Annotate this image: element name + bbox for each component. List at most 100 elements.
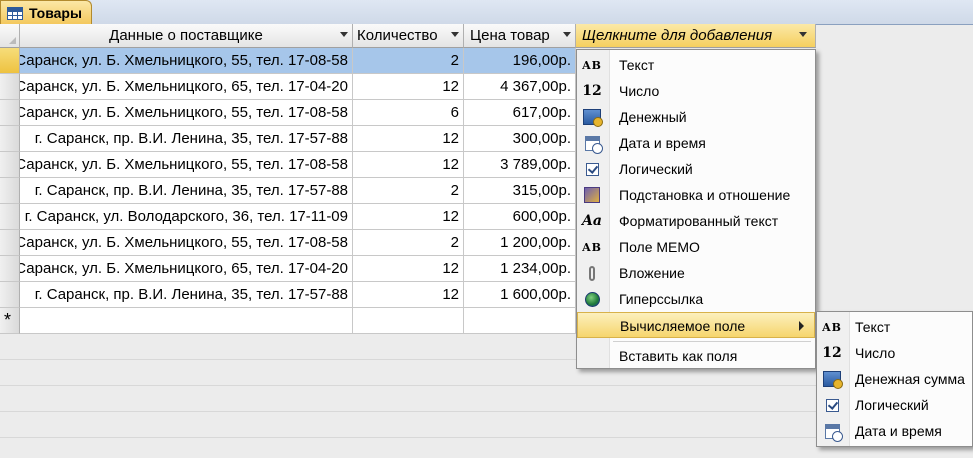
table-cell[interactable] — [20, 308, 353, 334]
chevron-down-icon[interactable] — [340, 32, 348, 37]
menu-item-label: Логический — [855, 397, 929, 413]
table-row[interactable]: г. Саранск, ул. Б. Хмельницкого, 55, тел… — [0, 230, 576, 256]
table-row[interactable]: г. Саранск, ул. Б. Хмельницкого, 55, тел… — [0, 152, 576, 178]
table-row[interactable]: г. Саранск, пр. В.И. Ленина, 35, тел. 17… — [0, 178, 576, 204]
select-all-corner[interactable] — [0, 24, 20, 48]
table-row[interactable]: г. Саранск, пр. В.И. Ленина, 35, тел. 17… — [0, 282, 576, 308]
table-cell-price[interactable]: 3 789,00р. — [464, 152, 576, 178]
table-cell-supplier[interactable]: г. Саранск, пр. В.И. Ленина, 35, тел. 17… — [20, 178, 353, 204]
column-header-quantity[interactable]: Количество — [353, 24, 464, 48]
table-cell-price[interactable]: 196,00р. — [464, 48, 576, 74]
menu-item-field-type[interactable]: Aa Форматированный текст — [577, 208, 815, 234]
menu-item-field-type[interactable]: Подстановка и отношение — [577, 182, 815, 208]
table-cell-quantity[interactable]: 2 — [353, 230, 464, 256]
row-selector[interactable] — [0, 100, 20, 126]
table-cell[interactable] — [353, 308, 464, 334]
new-record-row[interactable]: * — [0, 308, 576, 334]
checkbox-icon — [582, 160, 602, 178]
chevron-down-icon[interactable] — [563, 32, 571, 37]
submenu-item-field-type[interactable]: Денежная сумма — [817, 366, 972, 392]
table-row[interactable]: г. Саранск, ул. Б. Хмельницкого, 55, тел… — [0, 100, 576, 126]
table-cell-price[interactable]: 617,00р. — [464, 100, 576, 126]
table-cell-supplier[interactable]: г. Саранск, ул. Б. Хмельницкого, 65, тел… — [20, 74, 353, 100]
row-selector[interactable] — [0, 126, 20, 152]
globe-icon — [582, 290, 602, 308]
table-row[interactable]: г. Саранск, пр. В.И. Ленина, 35, тел. 17… — [0, 126, 576, 152]
table-cell-supplier[interactable]: г. Саранск, ул. Б. Хмельницкого, 55, тел… — [20, 48, 353, 74]
calendar-icon — [822, 422, 843, 442]
table-cell-quantity[interactable]: 12 — [353, 74, 464, 100]
menu-item-label: Текст — [855, 319, 891, 335]
tab-title: Товары — [29, 5, 82, 21]
table-cell-quantity[interactable]: 12 — [353, 282, 464, 308]
table-cell-supplier[interactable]: г. Саранск, ул. Б. Хмельницкого, 65, тел… — [20, 256, 353, 282]
table-cell-price[interactable]: 1 234,00р. — [464, 256, 576, 282]
table-cell-quantity[interactable]: 2 — [353, 48, 464, 74]
lookup-icon — [582, 186, 602, 204]
row-selector[interactable] — [0, 48, 20, 74]
money-icon — [822, 370, 843, 389]
menu-item-label: Поле MEMO — [619, 239, 700, 255]
table-cell-supplier[interactable]: г. Саранск, ул. Володарского, 36, тел. 1… — [20, 204, 353, 230]
table-cell-price[interactable]: 315,00р. — [464, 178, 576, 204]
menu-item-field-type[interactable]: Вложение — [577, 260, 815, 286]
column-header-supplier[interactable]: Данные о поставщике — [20, 24, 353, 48]
submenu-item-field-type[interactable]: Логический — [817, 392, 972, 418]
menu-item-paste-as-fields[interactable]: Вставить как поля — [577, 343, 815, 369]
menu-item-label: Число — [619, 83, 660, 99]
table-row[interactable]: г. Саранск, ул. Володарского, 36, тел. 1… — [0, 204, 576, 230]
menu-item-field-type[interactable]: AB Текст — [577, 52, 815, 78]
row-selector[interactable] — [0, 256, 20, 282]
menu-item-field-type[interactable]: Дата и время — [577, 130, 815, 156]
column-header-label: Данные о поставщике — [109, 27, 263, 44]
tab-tovary[interactable]: Товары — [0, 0, 92, 25]
table-cell-quantity[interactable]: 12 — [353, 256, 464, 282]
chevron-down-icon[interactable] — [451, 32, 459, 37]
submenu-item-field-type[interactable]: Дата и время — [817, 418, 972, 444]
money-icon — [582, 108, 603, 127]
table-cell-supplier[interactable]: г. Саранск, пр. В.И. Ленина, 35, тел. 17… — [20, 126, 353, 152]
table-row[interactable]: г. Саранск, ул. Б. Хмельницкого, 65, тел… — [0, 256, 576, 282]
menu-item-field-type[interactable]: Логический — [577, 156, 815, 182]
table-cell-quantity[interactable]: 2 — [353, 178, 464, 204]
memo-icon: AB — [582, 240, 602, 254]
column-header-add-field[interactable]: Щелкните для добавления — [576, 24, 816, 48]
table-cell-supplier[interactable]: г. Саранск, ул. Б. Хмельницкого, 55, тел… — [20, 230, 353, 256]
table-cell-price[interactable]: 1 200,00р. — [464, 230, 576, 256]
table-cell-price[interactable]: 300,00р. — [464, 126, 576, 152]
table-row[interactable]: г. Саранск, ул. Б. Хмельницкого, 65, тел… — [0, 74, 576, 100]
table-cell-supplier[interactable]: г. Саранск, ул. Б. Хмельницкого, 55, тел… — [20, 152, 353, 178]
menu-item-field-type[interactable]: 12 Число — [577, 78, 815, 104]
row-selector[interactable] — [0, 152, 20, 178]
table-cell-quantity[interactable]: 12 — [353, 152, 464, 178]
table-cell-quantity[interactable]: 6 — [353, 100, 464, 126]
menu-item-field-type[interactable]: Гиперссылка — [577, 286, 815, 312]
menu-item-calculated-field[interactable]: Вычисляемое поле — [577, 312, 815, 338]
table-row[interactable]: г. Саранск, ул. Б. Хмельницкого, 55, тел… — [0, 48, 576, 74]
menu-item-label: Дата и время — [619, 135, 706, 151]
chevron-down-icon[interactable] — [799, 32, 807, 37]
menu-item-label: Вычисляемое поле — [620, 318, 746, 334]
row-selector[interactable] — [0, 178, 20, 204]
table-cell-price[interactable]: 1 600,00р. — [464, 282, 576, 308]
row-selector[interactable] — [0, 230, 20, 256]
table-cell-supplier[interactable]: г. Саранск, пр. В.И. Ленина, 35, тел. 17… — [20, 282, 353, 308]
menu-item-field-type[interactable]: Денежный — [577, 104, 815, 130]
table-cell[interactable] — [464, 308, 576, 334]
row-selector[interactable]: * — [0, 308, 20, 334]
submenu-item-field-type[interactable]: AB Текст — [817, 314, 972, 340]
formatted-text-icon: Aa — [582, 213, 602, 229]
number-icon: 12 — [582, 83, 602, 99]
table-cell-quantity[interactable]: 12 — [353, 126, 464, 152]
table-cell-supplier[interactable]: г. Саранск, ул. Б. Хмельницкого, 55, тел… — [20, 100, 353, 126]
table-cell-price[interactable]: 4 367,00р. — [464, 74, 576, 100]
row-selector[interactable] — [0, 282, 20, 308]
row-selector[interactable] — [0, 74, 20, 100]
table-cell-price[interactable]: 600,00р. — [464, 204, 576, 230]
row-selector[interactable] — [0, 204, 20, 230]
column-header-price[interactable]: Цена товар — [464, 24, 576, 48]
submenu-item-field-type[interactable]: 12 Число — [817, 340, 972, 366]
menu-item-field-type[interactable]: AB Поле MEMO — [577, 234, 815, 260]
field-type-dropdown-menu: AB Текст 12 Число Денежный Дата и время Логиче… — [576, 49, 816, 369]
table-cell-quantity[interactable]: 12 — [353, 204, 464, 230]
